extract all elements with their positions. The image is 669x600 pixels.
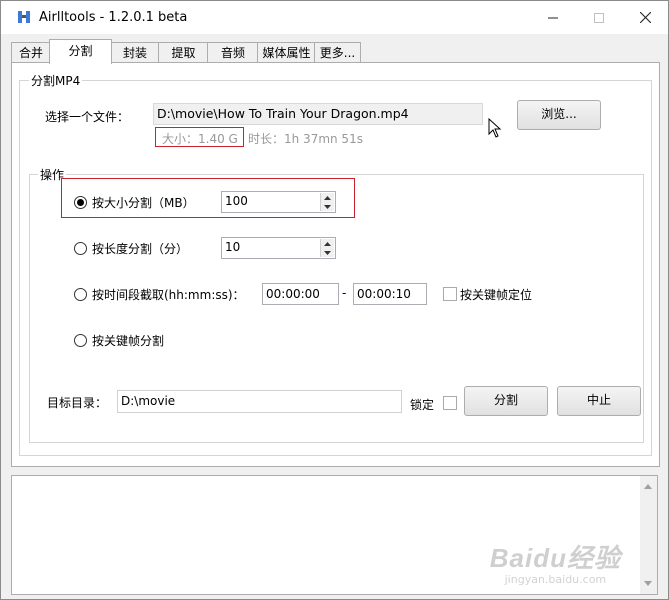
tab-audio[interactable]: 音频 bbox=[207, 42, 259, 63]
minimize-button[interactable] bbox=[530, 1, 576, 34]
file-path-field[interactable]: D:\movie\How To Train Your Dragon.mp4 bbox=[153, 103, 483, 125]
log-textarea[interactable]: Baidu经验 jingyan.baidu.com bbox=[11, 475, 658, 595]
lock-label: 锁定 bbox=[410, 398, 435, 412]
scroll-down-icon[interactable] bbox=[644, 581, 652, 586]
lock-checkbox[interactable] bbox=[443, 396, 457, 410]
app-window: Airlltools - 1.2.0.1 beta 合并 分割 封装 提取 音频… bbox=[0, 0, 669, 600]
file-label: 选择一个文件： bbox=[45, 110, 130, 124]
by-time-range-label: 按时间段截取(hh:mm:ss)： bbox=[92, 288, 245, 302]
by-size-label: 按大小分割（MB） bbox=[92, 196, 195, 210]
title-bar[interactable]: Airlltools - 1.2.0.1 beta bbox=[1, 1, 668, 34]
by-size-radio[interactable] bbox=[74, 196, 87, 209]
size-mb-down-button[interactable] bbox=[321, 202, 334, 211]
minimize-icon bbox=[548, 17, 558, 18]
keyframe-locate-label: 按关键帧定位 bbox=[460, 288, 533, 302]
time-range-separator: - bbox=[342, 286, 347, 300]
keyframe-locate-checkbox[interactable] bbox=[443, 287, 457, 301]
file-size-text: 大小：1.40 G bbox=[162, 132, 238, 146]
caret-up-icon bbox=[324, 195, 331, 200]
split-button[interactable]: 分割 bbox=[464, 386, 548, 416]
duration-min-value: 10 bbox=[225, 240, 241, 254]
by-keyframe-label: 按关键帧分割 bbox=[92, 334, 165, 348]
stop-button[interactable]: 中止 bbox=[557, 386, 641, 416]
mouse-pointer-icon bbox=[488, 118, 502, 138]
scroll-up-icon[interactable] bbox=[644, 484, 652, 489]
caret-up-icon bbox=[324, 241, 331, 246]
close-icon bbox=[639, 12, 651, 23]
close-button[interactable] bbox=[622, 1, 668, 34]
baidu-watermark: Baidu经验 jingyan.baidu.com bbox=[490, 538, 621, 586]
tab-extract[interactable]: 提取 bbox=[158, 42, 209, 63]
duration-min-stepper[interactable]: 10 bbox=[221, 237, 336, 259]
target-dir-input[interactable]: D:\movie bbox=[117, 390, 402, 413]
watermark-main-text: Baidu经验 bbox=[489, 543, 621, 573]
watermark-sub-text: jingyan.baidu.com bbox=[504, 573, 607, 586]
tab-split[interactable]: 分割 bbox=[49, 39, 112, 64]
size-mb-value: 100 bbox=[225, 194, 248, 208]
duration-min-down-button[interactable] bbox=[321, 248, 334, 257]
target-dir-label: 目标目录： bbox=[47, 396, 108, 410]
size-mb-stepper[interactable]: 100 bbox=[221, 191, 336, 213]
by-keyframe-radio[interactable] bbox=[74, 334, 87, 347]
by-duration-radio[interactable] bbox=[74, 242, 87, 255]
caret-down-icon bbox=[324, 204, 331, 209]
caret-down-icon bbox=[324, 250, 331, 255]
browse-button[interactable]: 浏览... bbox=[517, 100, 601, 130]
size-mb-arrows bbox=[320, 193, 334, 211]
by-duration-label: 按长度分割（分） bbox=[92, 242, 189, 256]
log-scrollbar[interactable] bbox=[640, 476, 657, 594]
app-logo-icon bbox=[18, 11, 30, 23]
maximize-icon bbox=[594, 12, 604, 23]
window-title: Airlltools - 1.2.0.1 beta bbox=[39, 10, 188, 25]
time-end-input[interactable]: 00:00:10 bbox=[353, 283, 427, 305]
duration-min-arrows bbox=[320, 239, 334, 257]
split-mp4-group-title: 分割MP4 bbox=[29, 72, 83, 89]
by-time-range-radio[interactable] bbox=[74, 288, 87, 301]
tab-more[interactable]: 更多... bbox=[314, 42, 361, 63]
time-start-input[interactable]: 00:00:00 bbox=[262, 283, 339, 305]
maximize-button[interactable] bbox=[576, 1, 622, 34]
file-duration-text: 时长：1h 37mn 51s bbox=[248, 132, 363, 146]
tab-mux[interactable]: 封装 bbox=[110, 42, 160, 63]
split-tab-panel: 分割MP4 选择一个文件： D:\movie\How To Train Your… bbox=[11, 62, 660, 467]
tab-media-info[interactable]: 媒体属性 bbox=[257, 42, 316, 63]
tab-merge[interactable]: 合并 bbox=[11, 42, 51, 63]
